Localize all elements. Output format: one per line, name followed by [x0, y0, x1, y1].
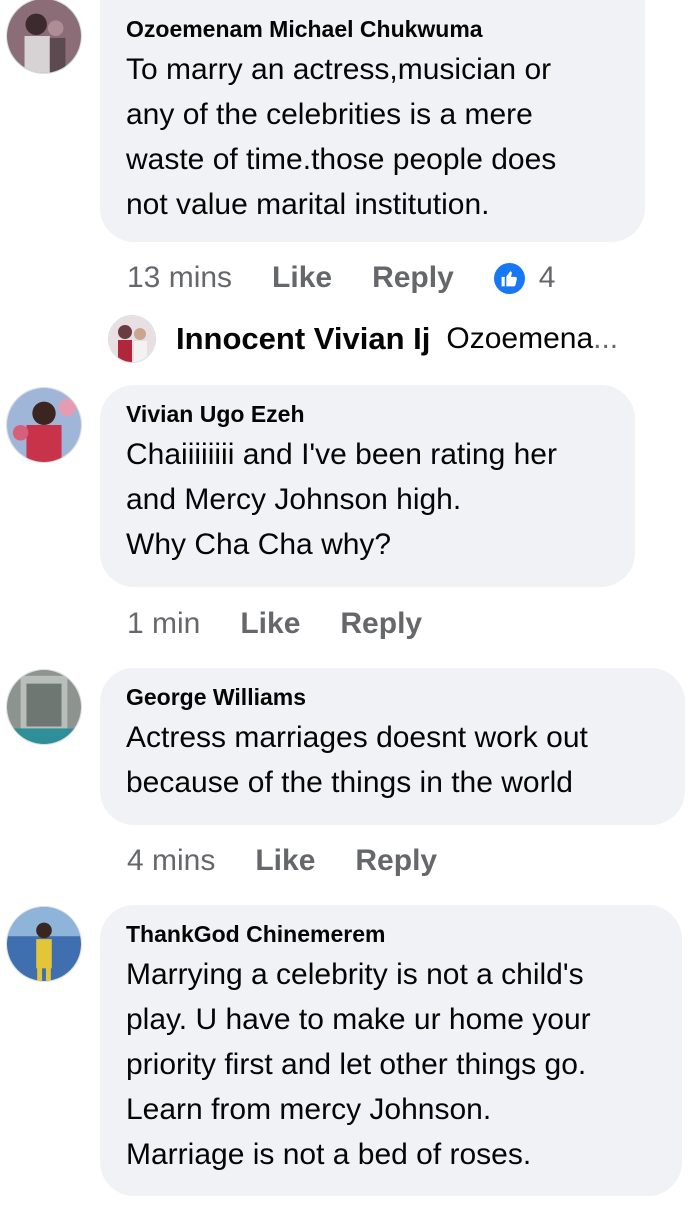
reply-text: Ozoemena — [446, 322, 594, 355]
thumbs-up-icon — [493, 262, 525, 294]
comment-actions: 1 min Like Reply — [127, 604, 462, 644]
comment-text: Actress marriages doesnt work out becaus… — [126, 721, 588, 799]
comment-author[interactable]: Vivian Ugo Ezeh — [126, 399, 609, 429]
comment-text: Marrying a celebrity is not a child's pl… — [126, 958, 591, 1171]
comment-actions: 4 mins Like Reply — [127, 841, 477, 881]
avatar[interactable] — [6, 669, 82, 745]
like-button[interactable]: Like — [240, 607, 300, 641]
reply-preview[interactable]: Innocent Vivian Ij Ozoemena ... — [108, 314, 618, 364]
reply-author[interactable]: Innocent Vivian Ij — [176, 321, 430, 357]
reaction-summary[interactable]: 4 — [493, 261, 556, 295]
like-button[interactable]: Like — [272, 261, 332, 295]
reaction-count: 4 — [538, 261, 556, 294]
comment-actions: 13 mins Like Reply 4 — [127, 258, 555, 298]
reply-button[interactable]: Reply — [340, 607, 422, 641]
reply-ellipsis: ... — [593, 322, 619, 355]
comment-author[interactable]: Ozoemenam Michael Chukwuma — [126, 14, 619, 44]
comment-timestamp[interactable]: 13 mins — [127, 261, 232, 295]
comment-timestamp[interactable]: 4 mins — [127, 844, 215, 878]
reply-button[interactable]: Reply — [372, 261, 454, 295]
comment-author[interactable]: George Williams — [126, 682, 659, 712]
avatar[interactable] — [6, 387, 82, 463]
avatar[interactable] — [6, 0, 82, 74]
comment-timestamp[interactable]: 1 min — [127, 607, 200, 641]
comment-bubble: George Williams Actress marriages doesnt… — [100, 668, 685, 825]
reply-button[interactable]: Reply — [355, 844, 437, 878]
avatar — [108, 315, 156, 363]
comment-author[interactable]: ThankGod Chinemerem — [126, 919, 656, 949]
comment-text: Chaiiiiiiii and I've been rating her and… — [126, 438, 557, 561]
comment-bubble: Vivian Ugo Ezeh Chaiiiiiiii and I've bee… — [100, 385, 635, 587]
comment-bubble: Ozoemenam Michael Chukwuma To marry an a… — [100, 0, 645, 242]
like-button[interactable]: Like — [255, 844, 315, 878]
comment-bubble: ThankGod Chinemerem Marrying a celebrity… — [100, 905, 682, 1196]
avatar[interactable] — [6, 906, 82, 982]
comment-text: To marry an actress,musician or any of t… — [126, 53, 557, 221]
